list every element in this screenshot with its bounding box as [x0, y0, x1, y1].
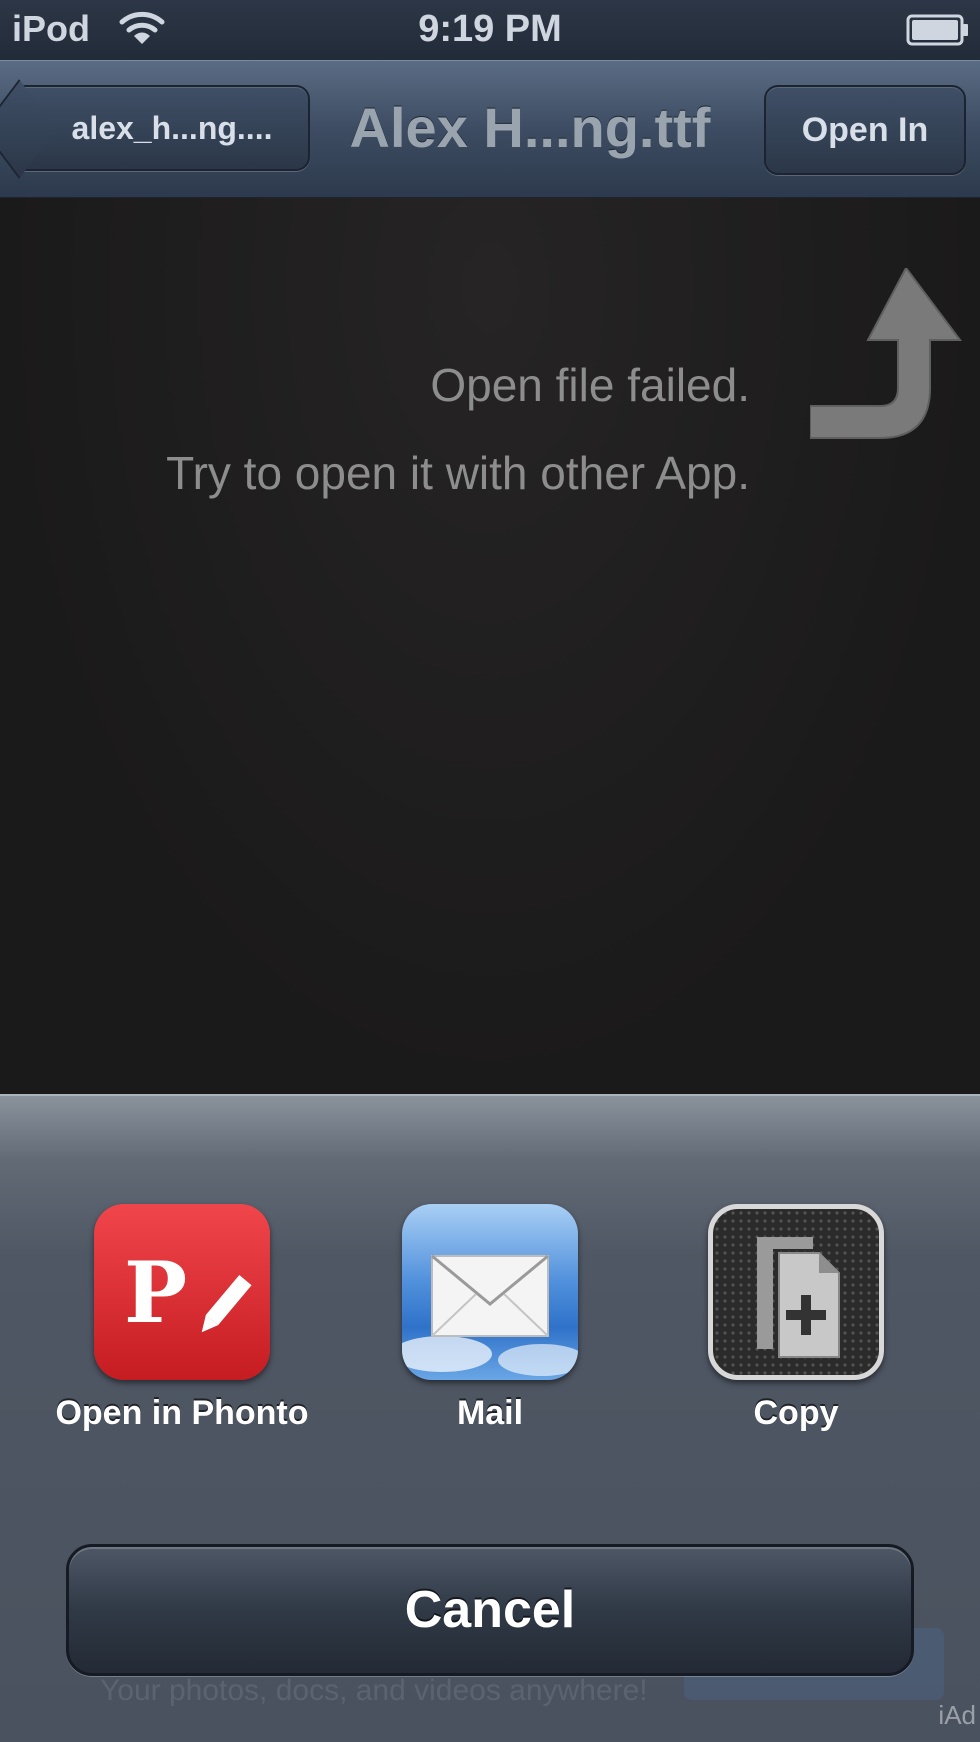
- cancel-button[interactable]: Cancel: [66, 1544, 914, 1676]
- back-button-label: alex_h...ng....: [71, 109, 273, 146]
- arrow-up-turn-icon: [809, 266, 970, 473]
- phonto-app-icon: P: [94, 1204, 270, 1380]
- back-button[interactable]: alex_h...ng....: [18, 85, 310, 171]
- copy-button[interactable]: Copy: [646, 1204, 946, 1433]
- open-in-button[interactable]: Open In: [764, 85, 966, 175]
- navigation-bar: alex_h...ng.... Alex H...ng.ttf Open In: [0, 60, 980, 199]
- open-in-phonto-button[interactable]: P Open in Phonto: [32, 1204, 332, 1433]
- app-label: Mail: [456, 1394, 524, 1432]
- error-hint: Try to open it with other App.: [166, 447, 750, 499]
- iad-badge: iAd: [938, 1700, 976, 1730]
- status-time: 9:19 PM: [418, 8, 562, 50]
- status-bar: iPod 9:19 PM: [0, 0, 980, 60]
- page-title: Alex H...ng.ttf: [349, 96, 711, 159]
- copy-document-icon: [708, 1204, 884, 1380]
- mail-button[interactable]: Mail: [340, 1204, 640, 1433]
- battery-icon: [906, 14, 970, 51]
- svg-text:P: P: [124, 1243, 187, 1342]
- app-label: Copy: [753, 1394, 839, 1432]
- cancel-button-label: Cancel: [404, 1581, 576, 1639]
- app-label: Open in Phonto: [55, 1394, 309, 1432]
- file-preview-area: Open file failed. Try to open it with ot…: [0, 198, 980, 1094]
- mail-app-icon: [402, 1204, 578, 1380]
- open-in-button-label: Open In: [801, 110, 929, 149]
- ad-text: Your photos, docs, and videos anywhere!: [100, 1674, 648, 1707]
- error-message: Open file failed.: [430, 359, 750, 411]
